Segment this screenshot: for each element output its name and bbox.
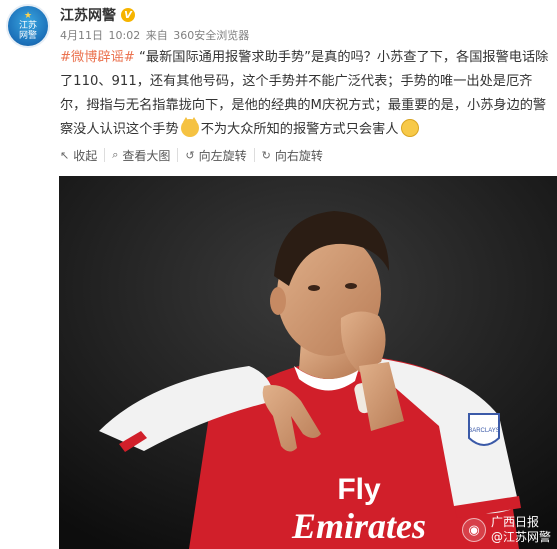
avatar-text-line2: 网警 xyxy=(18,31,37,41)
watermark-line1: 广西日报 xyxy=(490,515,539,529)
collapse-icon: ↖ xyxy=(60,148,70,162)
rotate-right-icon: ↻ xyxy=(261,148,271,162)
player-photo-illustration: BARCLAYS Fly Emirates xyxy=(59,176,557,549)
post-date[interactable]: 4月11日 xyxy=(60,29,103,42)
post-text-part2: 不为大众所知的报警方式只会害人 xyxy=(200,122,399,137)
watermark-text: 广西日报 @江苏网警 xyxy=(491,515,551,545)
hashtag-link[interactable]: #微博辟谣# xyxy=(60,50,135,65)
post-photo[interactable]: BARCLAYS Fly Emirates ◉ 广西日报 @江苏网警 xyxy=(59,176,557,549)
rotate-right-button[interactable]: ↻ 向右旋转 xyxy=(253,148,330,163)
post-meta: 4月11日 10:02 来自 360安全浏览器 xyxy=(60,27,251,43)
watermark-line2: @江苏网警 xyxy=(490,530,551,544)
verified-badge-icon: V xyxy=(121,8,135,22)
post-time[interactable]: 10:02 xyxy=(109,29,141,42)
view-large-button[interactable]: ⌕ 查看大图 xyxy=(104,148,177,163)
via-prefix: 来自 xyxy=(145,29,168,42)
avatar-text-line1: 江苏 xyxy=(18,21,37,31)
post-body: #微博辟谣# “最新国际通用报警求助手势”是真的吗？小苏查了下，各国报警电话除了… xyxy=(60,46,552,142)
wechat-logo-icon: ◉ xyxy=(461,518,486,542)
rotate-left-icon: ↺ xyxy=(185,148,195,162)
image-toolbar: ↖ 收起 ⌕ 查看大图 ↺ 向左旋转 ↻ 向右旋转 xyxy=(60,148,330,163)
collapse-button[interactable]: ↖ 收起 xyxy=(60,148,104,163)
username[interactable]: 江苏网警 xyxy=(60,5,116,25)
watermark: ◉ 广西日报 @江苏网警 xyxy=(461,515,551,545)
collapse-label: 收起 xyxy=(73,148,98,163)
sponsor-text-emirates: Emirates xyxy=(291,506,426,546)
thinking-emoji-icon xyxy=(400,119,419,137)
magnifier-icon: ⌕ xyxy=(112,148,119,161)
sleeve-badge-text: BARCLAYS xyxy=(468,428,500,434)
avatar[interactable]: ★ 江苏 网警 xyxy=(6,4,50,48)
rotate-right-label: 向右旋转 xyxy=(274,148,323,163)
sponsor-text-fly: Fly xyxy=(337,473,381,506)
rotate-left-button[interactable]: ↺ 向左旋转 xyxy=(177,148,253,163)
cat-face-emoji-icon xyxy=(180,117,199,137)
star-icon: ★ xyxy=(23,11,33,21)
view-large-label: 查看大图 xyxy=(122,148,171,163)
rotate-left-label: 向左旋转 xyxy=(198,148,247,163)
username-row: 江苏网警 V xyxy=(60,5,135,25)
client-name[interactable]: 360安全浏览器 xyxy=(173,29,249,42)
